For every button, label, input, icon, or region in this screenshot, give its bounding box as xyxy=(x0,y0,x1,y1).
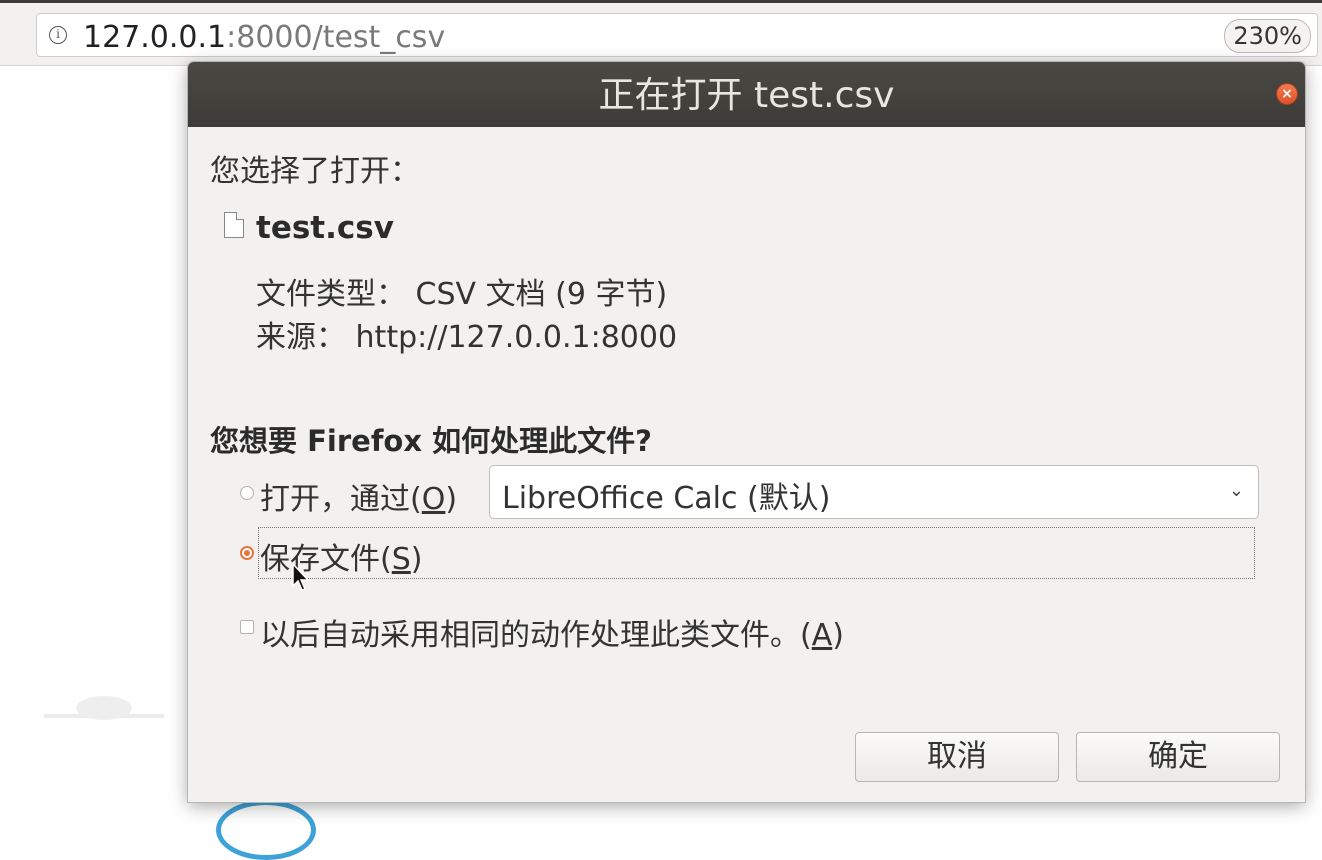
open-with-mnemonic: O xyxy=(421,482,446,517)
application-select[interactable]: LibreOffice Calc (默认) ⌄ xyxy=(489,465,1259,519)
address-bar[interactable]: i 127.0.0.1:8000/test_csv 230% xyxy=(36,13,1318,57)
save-file-label-text: 保存文件( xyxy=(260,542,392,577)
mouse-cursor-icon xyxy=(292,562,310,591)
auto-action-label-end: ) xyxy=(832,618,844,653)
save-file-label[interactable]: 保存文件(S) xyxy=(260,534,422,578)
info-icon[interactable]: i xyxy=(49,26,67,44)
dialog-title: 正在打开 test.csv xyxy=(598,75,895,116)
auto-action-checkbox[interactable] xyxy=(240,620,254,634)
save-file-mnemonic: S xyxy=(391,542,411,577)
file-type-value: CSV 文档 (9 字节) xyxy=(415,277,668,312)
source-value: http://127.0.0.1:8000 xyxy=(355,320,678,355)
close-button[interactable]: × xyxy=(1277,84,1297,104)
save-file-radio[interactable] xyxy=(240,546,254,560)
file-source-row: 来源： http://127.0.0.1:8000 xyxy=(256,312,677,356)
file-type-row: 文件类型： CSV 文档 (9 字节) xyxy=(256,269,667,313)
background-logo-icon xyxy=(216,800,316,860)
auto-action-mnemonic: A xyxy=(811,618,833,653)
auto-action-label-text: 以后自动采用相同的动作处理此类文件。( xyxy=(260,618,812,653)
open-with-label-text: 打开，通过( xyxy=(260,482,422,517)
url-text[interactable]: 127.0.0.1:8000/test_csv xyxy=(83,20,445,56)
browser-toolbar: i 127.0.0.1:8000/test_csv 230% xyxy=(0,3,1322,66)
action-question: 您想要 Firefox 如何处理此文件? xyxy=(210,424,652,458)
cancel-button[interactable]: 取消 xyxy=(855,732,1059,782)
ok-button[interactable]: 确定 xyxy=(1076,732,1280,782)
chevron-down-icon: ⌄ xyxy=(1228,480,1244,501)
zoom-indicator[interactable]: 230% xyxy=(1224,19,1311,53)
open-with-radio[interactable] xyxy=(240,486,254,500)
dialog-titlebar[interactable]: 正在打开 test.csv × xyxy=(188,62,1305,127)
intro-text: 您选择了打开： xyxy=(210,154,420,189)
open-with-label-end: ) xyxy=(445,482,458,517)
file-icon xyxy=(224,212,244,238)
source-label: 来源： xyxy=(256,320,346,355)
file-type-label: 文件类型： xyxy=(256,277,406,312)
close-icon: × xyxy=(1281,86,1293,102)
open-with-label[interactable]: 打开，通过(O) xyxy=(260,474,457,518)
file-name: test.csv xyxy=(256,210,394,246)
save-file-label-end: ) xyxy=(410,542,423,577)
application-select-value: LibreOffice Calc (默认) xyxy=(502,481,831,516)
url-path: :8000/test_csv xyxy=(226,20,446,55)
open-file-dialog: 正在打开 test.csv × 您选择了打开： test.csv 文件类型： C… xyxy=(188,62,1305,802)
background-cloud-icon xyxy=(44,696,164,720)
auto-action-label[interactable]: 以后自动采用相同的动作处理此类文件。(A) xyxy=(260,610,844,654)
url-host: 127.0.0.1 xyxy=(83,20,227,55)
